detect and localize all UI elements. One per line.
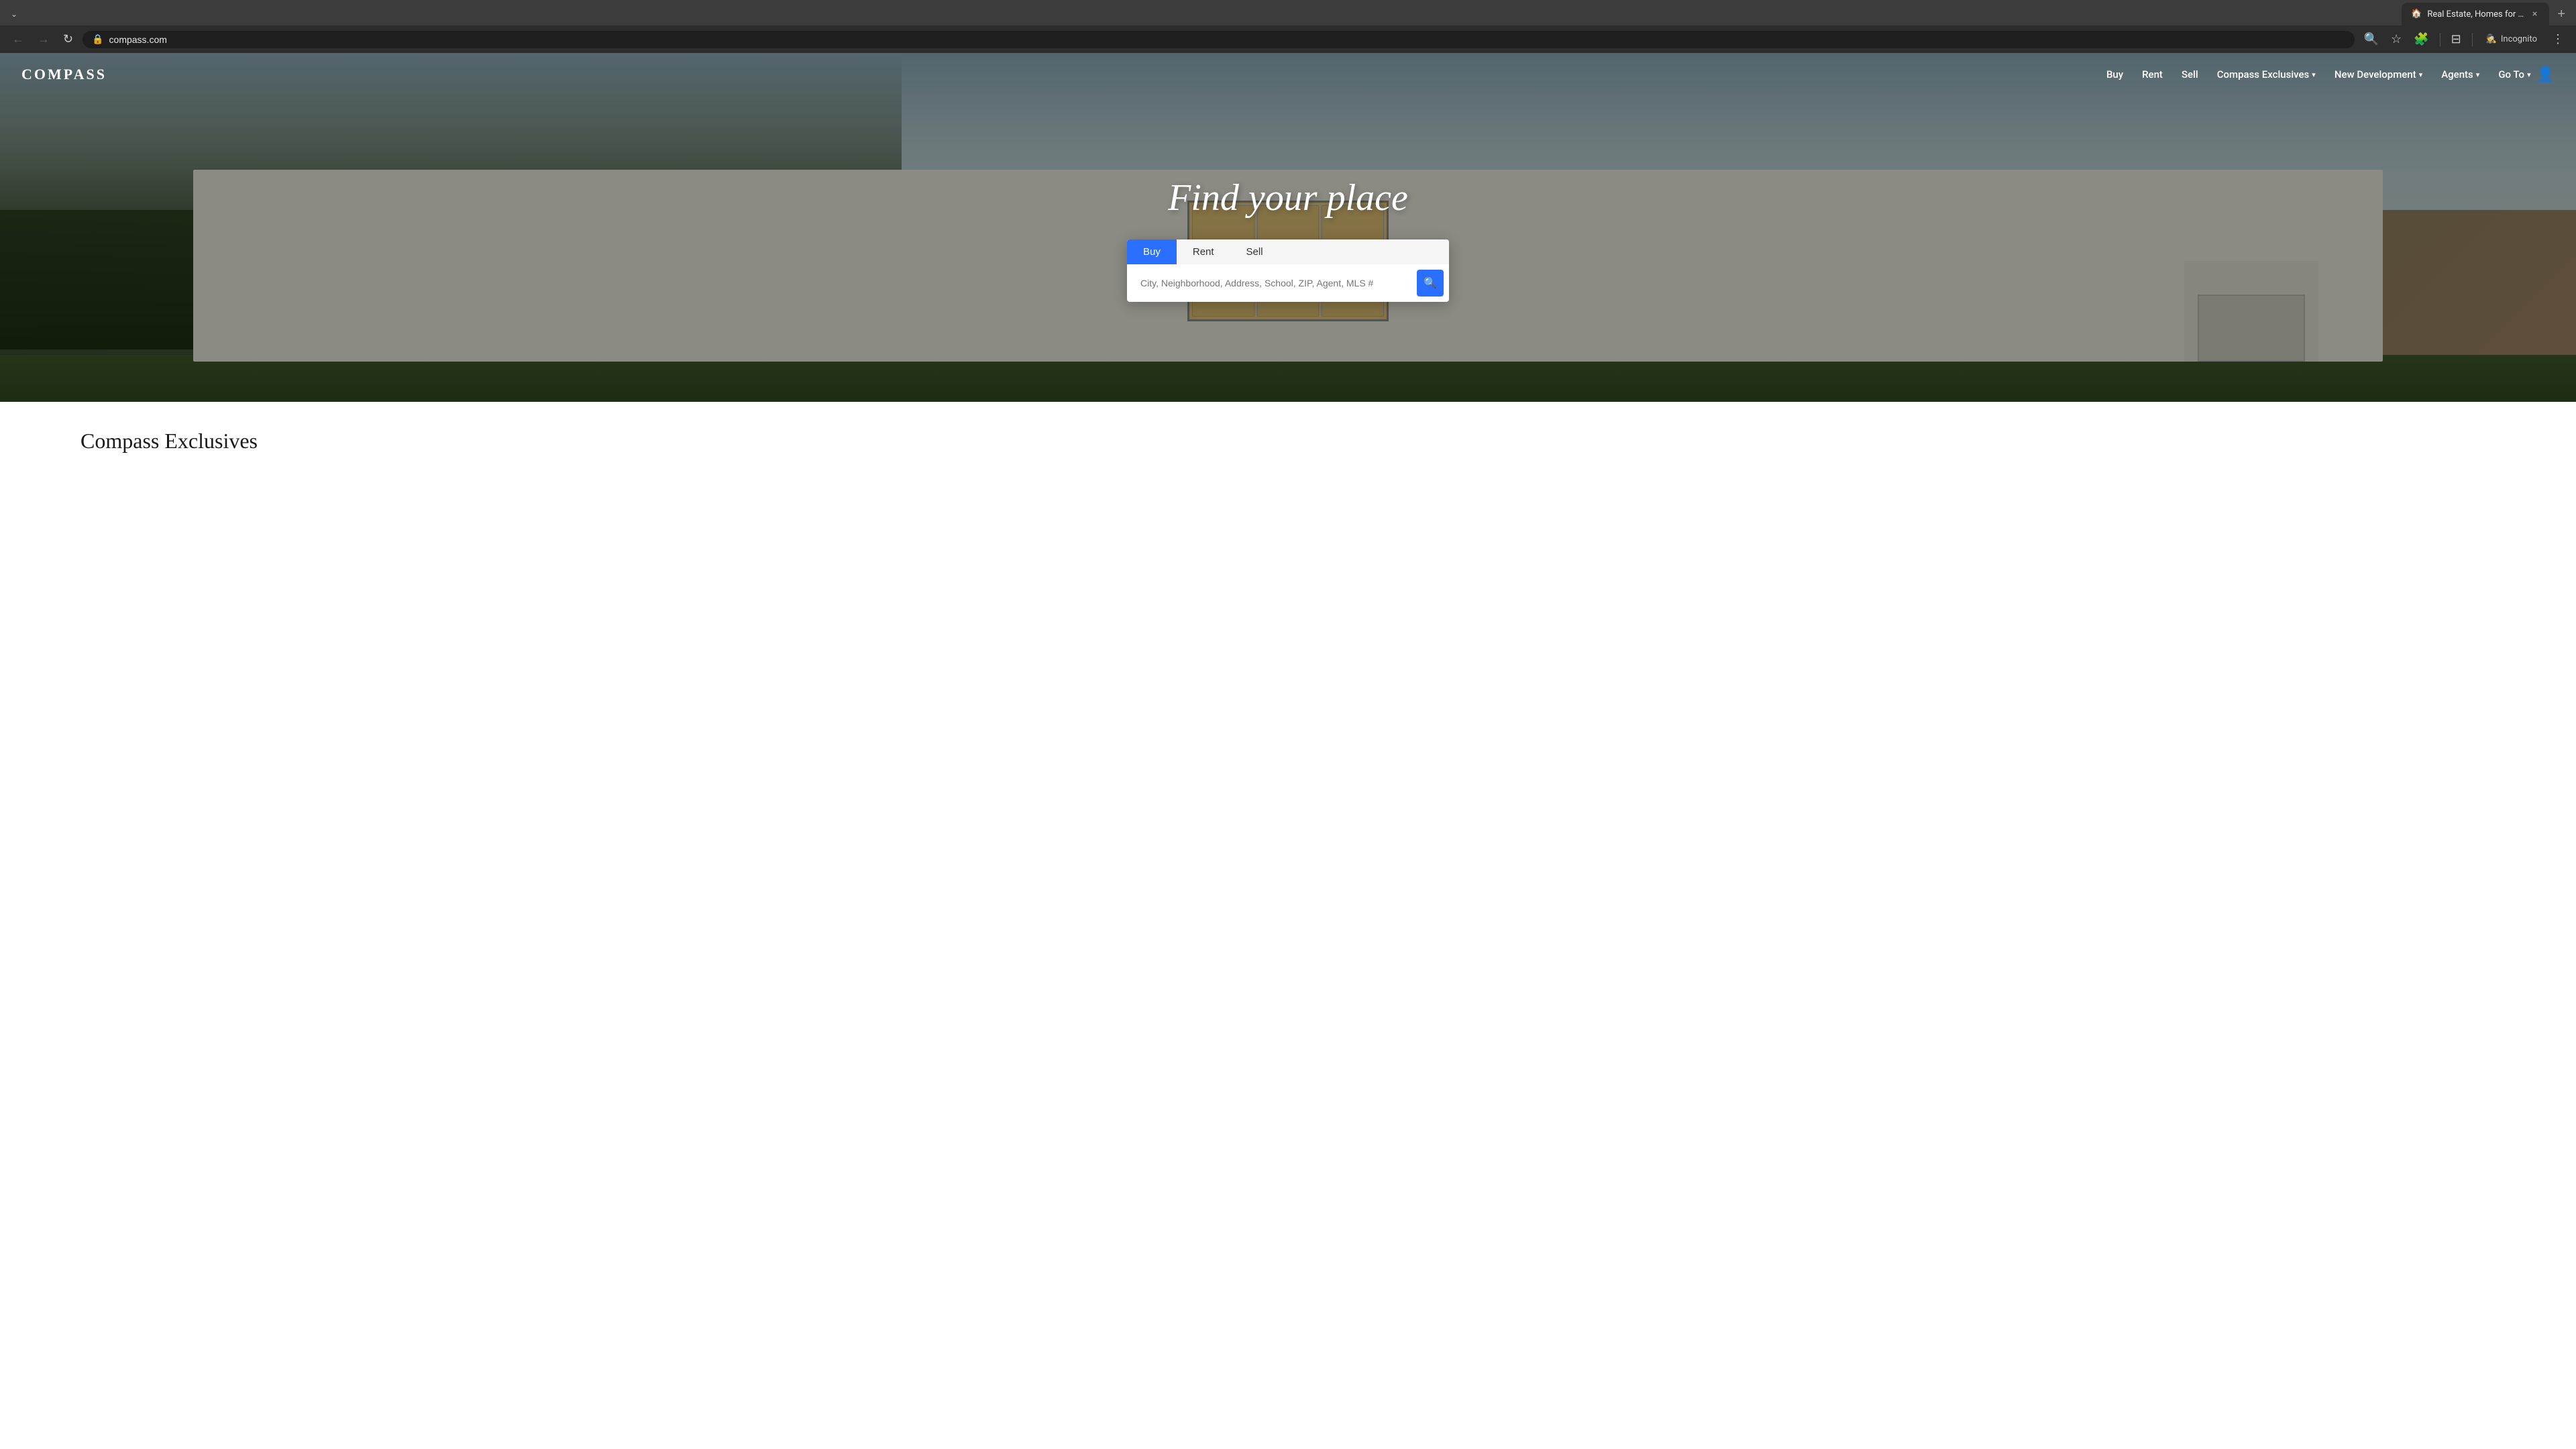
nav-item-exclusives[interactable]: Compass Exclusives ▾ xyxy=(2217,68,2316,80)
site-wrapper: COMPASS Buy Rent Sell Compass Exclusives… xyxy=(0,53,2576,480)
search-submit-button[interactable]: 🔍 xyxy=(1417,270,1444,297)
toolbar-actions: 🔍 ☆ 🧩 ⊟ 🕵 Incognito ⋮ xyxy=(2360,30,2568,49)
new-tab-button[interactable]: + xyxy=(2552,4,2571,25)
search-input-row: 🔍 xyxy=(1127,264,1449,302)
site-nav: COMPASS Buy Rent Sell Compass Exclusives… xyxy=(0,53,2576,96)
nav-item-buy[interactable]: Buy xyxy=(2106,68,2123,80)
nav-links: Buy Rent Sell Compass Exclusives ▾ New xyxy=(2106,68,2531,80)
chevron-down-icon-2: ▾ xyxy=(2419,70,2423,79)
search-widget: Buy Rent Sell 🔍 xyxy=(1127,239,1449,302)
nav-item-agents[interactable]: Agents ▾ xyxy=(2441,68,2479,80)
chevron-down-icon: ▾ xyxy=(2312,70,2316,79)
nav-link-exclusives[interactable]: Compass Exclusives ▾ xyxy=(2217,68,2316,80)
nav-link-agents[interactable]: Agents ▾ xyxy=(2441,68,2479,80)
address-bar[interactable]: 🔒 xyxy=(83,31,2355,48)
incognito-icon: 🕵 xyxy=(2486,34,2497,44)
tab-search-button[interactable]: ⊟ xyxy=(2447,30,2465,49)
nav-link-goto[interactable]: Go To ▾ xyxy=(2498,68,2530,80)
nav-link-buy[interactable]: Buy xyxy=(2106,68,2123,80)
tab-title: Real Estate, Homes for Sale & A xyxy=(2427,9,2524,19)
toolbar-divider-2 xyxy=(2472,33,2473,46)
browser-tab-active[interactable]: 🏠 Real Estate, Homes for Sale & A × xyxy=(2402,3,2549,25)
forward-icon: → xyxy=(38,32,50,46)
nav-link-sell[interactable]: Sell xyxy=(2182,68,2198,80)
below-hero-section: Compass Exclusives xyxy=(0,402,2576,480)
chevron-down-icon-3: ▾ xyxy=(2476,70,2480,79)
extensions-button[interactable]: 🧩 xyxy=(2410,30,2432,49)
url-input[interactable] xyxy=(109,34,2345,45)
menu-button[interactable]: ⋮ xyxy=(2548,30,2568,49)
hero-title: Find your place xyxy=(1168,176,1408,219)
nav-item-goto[interactable]: Go To ▾ xyxy=(2498,68,2530,80)
nav-link-rent[interactable]: Rent xyxy=(2142,68,2163,80)
user-icon[interactable]: 👤 xyxy=(2536,66,2555,83)
nav-item-new-dev[interactable]: New Development ▾ xyxy=(2334,68,2422,80)
search-tab-buy[interactable]: Buy xyxy=(1127,239,1177,264)
search-toolbar-button[interactable]: 🔍 xyxy=(2360,30,2383,49)
browser-toolbar: ← → ↻ 🔒 🔍 ☆ 🧩 ⊟ 🕵 Incognito ⋮ xyxy=(0,25,2576,53)
forward-button[interactable]: → xyxy=(34,30,54,49)
hero-content: Find your place Buy Rent Sell 🔍 xyxy=(0,96,2576,402)
back-button[interactable]: ← xyxy=(8,30,28,49)
search-input[interactable] xyxy=(1132,272,1411,294)
search-tab-rent[interactable]: Rent xyxy=(1177,239,1230,264)
nav-item-sell[interactable]: Sell xyxy=(2182,68,2198,80)
back-icon: ← xyxy=(12,32,24,46)
secure-icon: 🔒 xyxy=(92,34,103,45)
incognito-label: Incognito xyxy=(2501,34,2537,44)
search-icon: 🔍 xyxy=(1424,276,1437,290)
nav-item-rent[interactable]: Rent xyxy=(2142,68,2163,80)
compass-exclusives-heading: Compass Exclusives xyxy=(80,429,2496,453)
bookmark-button[interactable]: ☆ xyxy=(2387,30,2406,49)
chevron-down-icon-4: ▾ xyxy=(2527,70,2531,79)
tab-bar: ⌄ 🏠 Real Estate, Homes for Sale & A × + xyxy=(0,0,2576,25)
site-logo[interactable]: COMPASS xyxy=(21,66,107,83)
browser-chrome: ⌄ 🏠 Real Estate, Homes for Sale & A × + … xyxy=(0,0,2576,53)
refresh-icon: ↻ xyxy=(63,32,73,46)
search-tabs: Buy Rent Sell xyxy=(1127,239,1449,264)
incognito-badge: 🕵 Incognito xyxy=(2479,32,2544,47)
tab-favicon: 🏠 xyxy=(2411,9,2422,19)
nav-link-new-development[interactable]: New Development ▾ xyxy=(2334,68,2422,80)
search-tab-sell[interactable]: Sell xyxy=(1230,239,1279,264)
tab-close-button[interactable]: × xyxy=(2530,7,2540,21)
hero-section: COMPASS Buy Rent Sell Compass Exclusives… xyxy=(0,53,2576,402)
refresh-button[interactable]: ↻ xyxy=(59,30,77,49)
tab-list-expand[interactable]: ⌄ xyxy=(5,7,23,21)
